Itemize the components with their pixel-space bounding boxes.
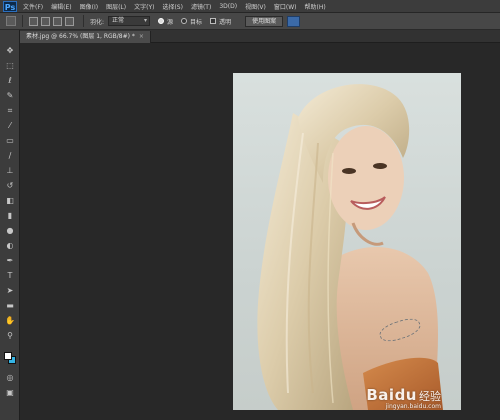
close-icon[interactable]: × xyxy=(139,33,144,40)
menu-3d[interactable]: 3D(D) xyxy=(219,3,237,10)
menu-file[interactable]: 文件(F) xyxy=(23,2,43,11)
menu-type[interactable]: 文字(Y) xyxy=(134,2,154,11)
menu-select[interactable]: 选择(S) xyxy=(162,2,183,11)
use-pattern-button[interactable]: 使用图案 xyxy=(245,15,284,27)
eyedropper-tool-icon[interactable]: ⁄ xyxy=(5,121,15,130)
document-tab-bar: 素材.jpg @ 66.7% (图层 1, RGB/8#) * × xyxy=(20,30,500,43)
toolbox: ✥ ⬚ ℓ ✎ ⌗ ⁄ ▭ ∕ ⊥ ↺ ◧ ▮ ● ◐ ✒ T ➤ ▬ ✋ ⚲ … xyxy=(0,30,20,420)
watermark-text: 经验 xyxy=(419,390,441,403)
dodge-tool-icon[interactable]: ◐ xyxy=(5,241,15,250)
add-selection-icon[interactable] xyxy=(41,16,50,26)
menu-layer[interactable]: 图层(L) xyxy=(106,2,126,11)
watermark-url: jingyan.baidu.com xyxy=(385,403,441,410)
menu-bar: Ps 文件(F) 编辑(E) 图像(I) 图层(L) 文字(Y) 选择(S) 滤… xyxy=(0,0,500,13)
shape-tool-icon[interactable]: ▬ xyxy=(5,301,15,310)
menu-window[interactable]: 窗口(W) xyxy=(274,2,297,11)
source-label: 源 xyxy=(167,18,174,26)
document-image[interactable]: Baidu 经验 jingyan.baidu.com xyxy=(233,73,461,410)
intersect-selection-icon[interactable] xyxy=(65,16,74,26)
transparent-checkbox[interactable] xyxy=(210,18,217,24)
menu-help[interactable]: 帮助(H) xyxy=(305,2,326,11)
menu-filter[interactable]: 滤镜(T) xyxy=(191,2,211,11)
path-select-tool-icon[interactable]: ➤ xyxy=(5,286,15,295)
crop-tool-icon[interactable]: ⌗ xyxy=(5,106,15,115)
options-divider xyxy=(22,15,23,27)
options-divider xyxy=(83,15,84,27)
brush-tool-icon[interactable]: ∕ xyxy=(5,151,15,160)
target-label: 目标 xyxy=(190,18,203,26)
lasso-tool-icon[interactable]: ℓ xyxy=(5,76,15,85)
watermark-logo: Baidu xyxy=(366,386,417,404)
baidu-watermark: Baidu 经验 jingyan.baidu.com xyxy=(366,386,441,410)
photoshop-logo: Ps xyxy=(3,0,17,12)
document-tab-title: 素材.jpg @ 66.7% (图层 1, RGB/8#) * xyxy=(26,33,135,40)
screen-mode-icon[interactable]: ▣ xyxy=(5,388,15,397)
patch-mode-label: 羽化: xyxy=(90,18,105,26)
new-selection-icon[interactable] xyxy=(29,16,38,26)
menu-edit[interactable]: 编辑(E) xyxy=(51,2,71,11)
canvas-area: Baidu 经验 jingyan.baidu.com xyxy=(20,43,500,420)
pattern-picker-icon[interactable] xyxy=(287,15,301,27)
patch-tool-preset-icon[interactable] xyxy=(6,16,16,26)
transparent-label: 透明 xyxy=(219,18,232,26)
options-bar: 羽化: 正常 源 目标 透明 使用图案 xyxy=(0,13,500,30)
blur-tool-icon[interactable]: ● xyxy=(5,226,15,235)
gradient-tool-icon[interactable]: ▮ xyxy=(5,211,15,220)
quick-select-tool-icon[interactable]: ✎ xyxy=(5,91,15,100)
marquee-tool-icon[interactable]: ⬚ xyxy=(5,61,15,70)
patch-mode-select[interactable]: 正常 xyxy=(108,16,151,26)
type-tool-icon[interactable]: T xyxy=(5,271,15,280)
move-tool-icon[interactable]: ✥ xyxy=(5,46,15,55)
document-tab[interactable]: 素材.jpg @ 66.7% (图层 1, RGB/8#) * × xyxy=(20,31,151,43)
target-radio[interactable] xyxy=(181,18,188,24)
healing-tool-icon[interactable]: ▭ xyxy=(5,136,15,145)
menu-image[interactable]: 图像(I) xyxy=(80,2,98,11)
menu-view[interactable]: 视图(V) xyxy=(245,2,266,11)
quick-mask-icon[interactable]: ◎ xyxy=(5,373,15,382)
pen-tool-icon[interactable]: ✒ xyxy=(5,256,15,265)
source-radio[interactable] xyxy=(158,18,165,24)
hand-tool-icon[interactable]: ✋ xyxy=(5,316,15,325)
zoom-tool-icon[interactable]: ⚲ xyxy=(5,331,15,340)
foreground-color-swatch[interactable] xyxy=(4,352,12,360)
subtract-selection-icon[interactable] xyxy=(53,16,62,26)
history-brush-icon[interactable]: ↺ xyxy=(5,181,15,190)
stamp-tool-icon[interactable]: ⊥ xyxy=(5,166,15,175)
eraser-tool-icon[interactable]: ◧ xyxy=(5,196,15,205)
portrait-photo xyxy=(257,84,443,410)
